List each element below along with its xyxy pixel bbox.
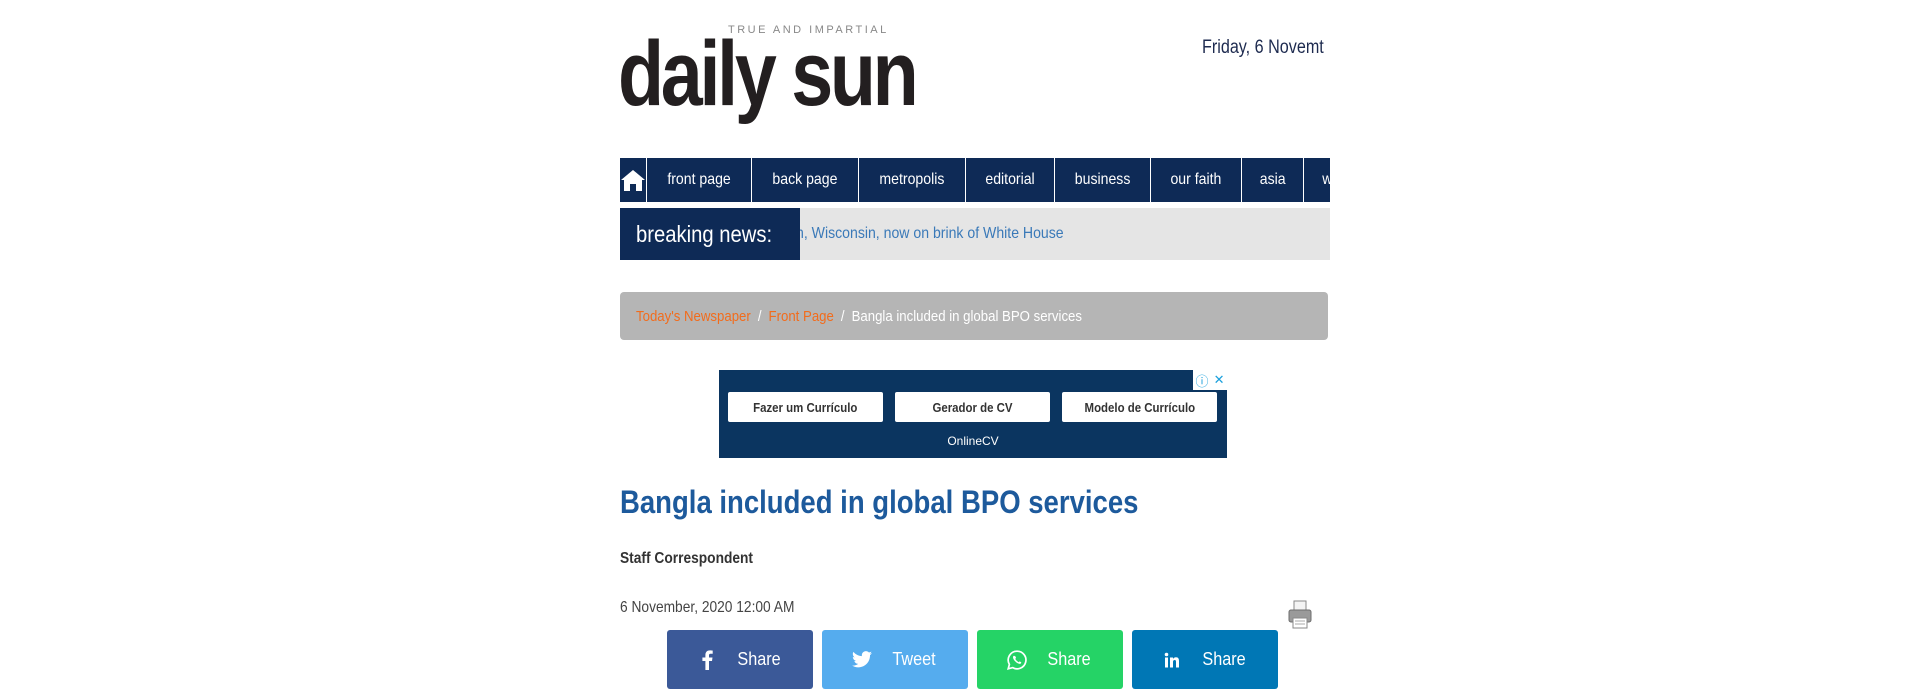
twitter-icon — [851, 650, 872, 670]
ad-banner[interactable]: ⓘ ✕ Fazer um Currículo Gerador de CV Mod… — [719, 370, 1227, 458]
breadcrumb-current: Bangla included in global BPO services — [851, 307, 1083, 325]
ad-button-gerador-cv[interactable]: Gerador de CV — [895, 392, 1050, 422]
ad-controls: ⓘ ✕ — [1193, 370, 1227, 390]
ad-button-modelo-curriculo[interactable]: Modelo de Currículo — [1062, 392, 1217, 422]
breaking-news-label: breaking news: — [620, 208, 800, 260]
nav-item-front-page[interactable]: front page — [647, 158, 753, 202]
nav-item-business[interactable]: business — [1055, 158, 1151, 202]
nav-item-back-page[interactable]: back page — [752, 158, 859, 202]
article-author: Staff Correspondent — [620, 550, 754, 567]
breaking-news-ticker[interactable]: n, Wisconsin, now on brink of White Hous… — [796, 208, 1100, 260]
breadcrumb-front-page[interactable]: Front Page — [769, 308, 834, 325]
date-text: Friday, 6 Novemt — [1202, 37, 1324, 58]
share-twitter-button[interactable]: Tweet — [822, 630, 968, 689]
site-logo[interactable]: TRUE AND IMPARTIAL daily sun — [618, 24, 919, 122]
logo-wordmark: daily sun — [618, 23, 919, 125]
home-icon — [621, 170, 645, 191]
article-title: Bangla included in global BPO services — [620, 484, 1139, 520]
breadcrumb: Today's Newspaper / Front Page / Bangla … — [620, 292, 1328, 340]
facebook-icon — [697, 649, 717, 670]
nav-item-our-faith[interactable]: our faith — [1151, 158, 1242, 202]
ad-button-fazer-curriculo[interactable]: Fazer um Currículo — [728, 392, 883, 422]
breaking-news-bar: n, Wisconsin, now on brink of White Hous… — [620, 208, 1330, 260]
share-linkedin-button[interactable]: Share — [1132, 630, 1278, 689]
header-date: Friday, 6 Novemt — [1196, 36, 1330, 60]
whatsapp-icon — [1006, 649, 1027, 670]
breadcrumb-todays-newspaper[interactable]: Today's Newspaper — [636, 308, 751, 325]
nav-item-world[interactable]: world — [1304, 158, 1330, 202]
share-facebook-button[interactable]: Share — [667, 630, 813, 689]
nav-item-asia[interactable]: asia — [1242, 158, 1305, 202]
main-nav: front page back page metropolis editoria… — [620, 158, 1330, 202]
share-whatsapp-button[interactable]: Share — [977, 630, 1123, 689]
nav-item-metropolis[interactable]: metropolis — [859, 158, 966, 202]
nav-home[interactable] — [620, 158, 647, 202]
linkedin-icon — [1162, 650, 1182, 670]
ad-footer[interactable]: OnlineCV — [719, 434, 1227, 448]
close-icon[interactable]: ✕ — [1214, 372, 1225, 388]
printer-icon[interactable] — [1288, 600, 1312, 630]
article-date: 6 November, 2020 12:00 AM — [620, 599, 795, 616]
adchoices-icon[interactable]: ⓘ — [1196, 371, 1209, 390]
breadcrumb-separator: / — [757, 307, 762, 325]
breadcrumb-separator: / — [840, 307, 845, 325]
nav-item-editorial[interactable]: editorial — [966, 158, 1055, 202]
